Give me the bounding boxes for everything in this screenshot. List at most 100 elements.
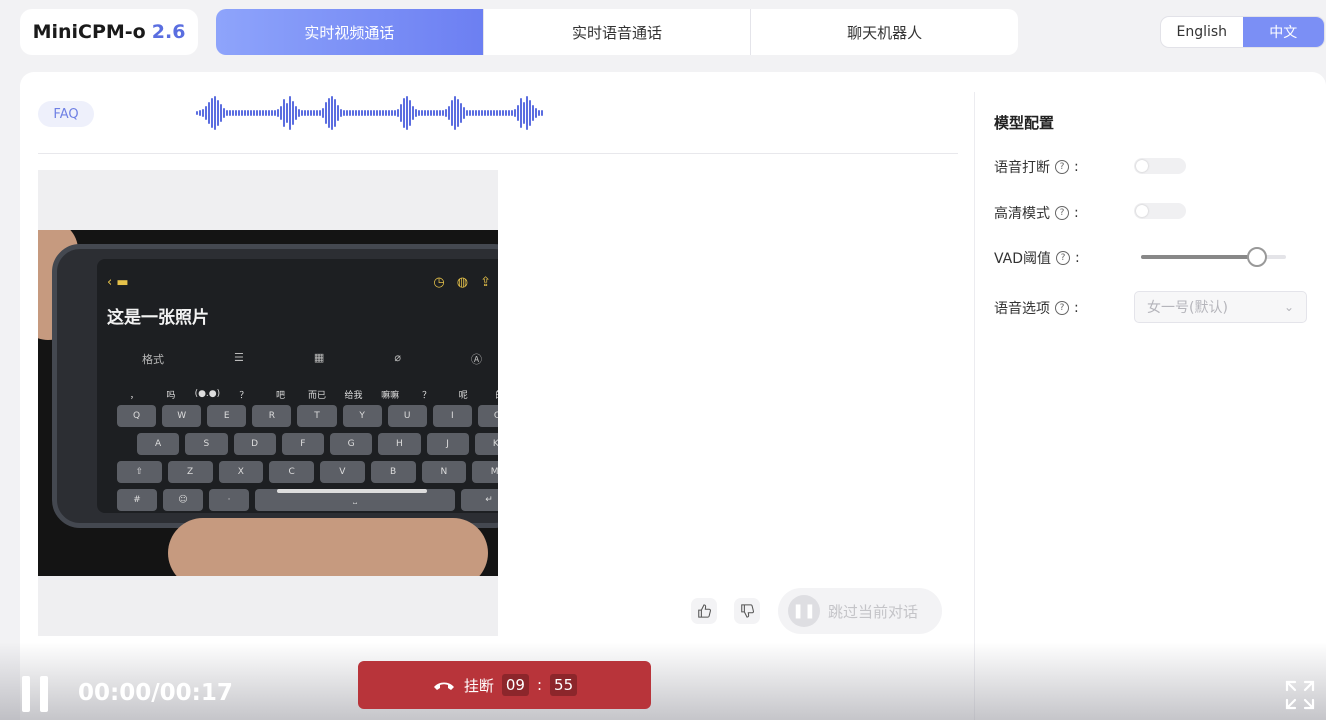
keyboard-row-2: ASDFGHJK — [137, 433, 498, 455]
wave-bar — [523, 102, 525, 124]
suggestion-key: (●.●) — [194, 389, 221, 399]
pen-icon: Ⓐ — [470, 353, 482, 366]
wave-bar — [487, 110, 489, 116]
divider — [38, 153, 958, 154]
wave-bar — [409, 100, 411, 126]
wave-bar — [388, 110, 390, 116]
dislike-button[interactable] — [734, 598, 760, 624]
tab-chatbot[interactable]: 聊天机器人 — [751, 9, 1018, 55]
wave-bar — [340, 109, 342, 117]
wave-bar — [304, 110, 306, 116]
keyboard-key: Q — [117, 405, 157, 427]
wave-bar — [292, 101, 294, 125]
voice-interrupt-row: 语音打断 ?: — [994, 159, 1079, 176]
vad-label: VAD阈值 — [994, 251, 1052, 267]
wave-bar — [445, 109, 447, 117]
wave-bar — [319, 110, 321, 116]
voice-option-select[interactable]: 女一号(默认) ⌄ — [1134, 291, 1307, 323]
audio-waveform — [196, 92, 802, 134]
hd-mode-row: 高清模式 ?: — [994, 205, 1079, 222]
voice-option-label: 语音选项 — [994, 301, 1050, 317]
tab-voice-call[interactable]: 实时语音通话 — [484, 9, 752, 55]
wave-bar — [214, 96, 216, 130]
toggle-knob — [1136, 160, 1148, 172]
suggestion-key: 而已 — [308, 390, 327, 401]
phone-image: ‹ ▬ ◷◍⇪ 这是一张照片 格式 ☰ ▦ ⌀ Ⓐ ， 吗 (●.●) ？ 吧 而已 给我 嘛… — [52, 244, 498, 528]
wave-bar — [499, 110, 501, 116]
keyboard-key: F — [281, 433, 324, 455]
help-icon[interactable]: ? — [1056, 251, 1071, 265]
wave-bar — [496, 110, 498, 116]
help-icon[interactable]: ? — [1055, 160, 1069, 174]
keyboard-key: Y — [342, 405, 382, 427]
fullscreen-icon[interactable] — [1283, 678, 1317, 712]
wave-bar — [430, 110, 432, 116]
skip-dialog-button[interactable]: ❚❚ 跳过当前对话 — [778, 588, 942, 634]
suggestion-key: 的 — [482, 383, 498, 405]
app-name: MiniCPM-o — [32, 21, 146, 43]
keyboard-row-1: QWERTYUIO — [117, 405, 498, 427]
keyboard-key: C — [269, 461, 314, 483]
lang-english-button[interactable]: English — [1161, 17, 1243, 47]
thumbs-down-icon — [741, 604, 754, 618]
tab-video-call[interactable]: 实时视频通话 — [216, 9, 484, 55]
wave-bar — [514, 109, 516, 117]
back-icon: ‹ ▬ — [107, 275, 129, 290]
wave-bar — [355, 110, 357, 116]
wave-bar — [439, 110, 441, 116]
hangup-button[interactable]: 挂断 09 : 55 — [358, 661, 651, 709]
chevron-down-icon: ⌄ — [1283, 300, 1294, 314]
call-seconds: 55 — [550, 674, 578, 696]
wave-bar — [259, 110, 261, 116]
wave-bar — [271, 110, 273, 116]
video-preview: ‹ ▬ ◷◍⇪ 这是一张照片 格式 ☰ ▦ ⌀ Ⓐ ， 吗 (●.●) ？ 吧 而已 给我 嘛… — [38, 170, 498, 636]
wave-bar — [370, 110, 372, 116]
keyboard-key: S — [185, 433, 228, 455]
wave-bar — [256, 110, 258, 116]
suggestion-key: ？ — [239, 390, 249, 401]
keyboard-key: I — [432, 405, 472, 427]
app-logo: MiniCPM-o 2.6 — [20, 9, 198, 55]
faq-button[interactable]: FAQ — [38, 101, 94, 127]
keyboard-key: D — [233, 433, 276, 455]
attach-icon: ⌀ — [394, 351, 401, 364]
call-minutes: 09 — [501, 674, 529, 696]
wave-bar — [490, 110, 492, 116]
vad-slider[interactable] — [1141, 247, 1286, 267]
keyboard-key: T — [297, 405, 337, 427]
help-icon[interactable]: ? — [1055, 301, 1069, 315]
lang-chinese-button[interactable]: 中文 — [1242, 17, 1324, 47]
phone-screen: ‹ ▬ ◷◍⇪ 这是一张照片 格式 ☰ ▦ ⌀ Ⓐ ， 吗 (●.●) ？ 吧 而已 给我 嘛… — [97, 259, 498, 513]
voice-interrupt-toggle[interactable] — [1134, 158, 1186, 174]
help-icon[interactable]: ? — [1055, 206, 1069, 220]
slider-thumb[interactable] — [1247, 247, 1267, 267]
list-icon: ☰ — [234, 351, 244, 364]
wave-bar — [331, 96, 333, 130]
suggestion-key: ？ — [422, 390, 432, 401]
wave-bar — [364, 110, 366, 116]
like-button[interactable] — [691, 598, 717, 624]
home-indicator — [277, 489, 427, 493]
wave-bar — [232, 110, 234, 116]
suggestion-key: 吗 — [166, 390, 176, 401]
wave-bar — [352, 110, 354, 116]
wave-bar — [247, 110, 249, 116]
keyboard-key: V — [320, 461, 365, 483]
key-numbers: # — [117, 489, 157, 511]
wave-bar — [478, 110, 480, 116]
wave-bar — [475, 110, 477, 116]
pause-button[interactable] — [22, 676, 52, 712]
wave-bar — [367, 110, 369, 116]
wave-bar — [250, 110, 252, 116]
language-switch: English 中文 — [1160, 16, 1325, 48]
wave-bar — [526, 96, 528, 130]
wave-bar — [277, 109, 279, 117]
camera-frame: ‹ ▬ ◷◍⇪ 这是一张照片 格式 ☰ ▦ ⌀ Ⓐ ， 吗 (●.●) ？ 吧 而已 给我 嘛… — [38, 230, 498, 576]
wave-bar — [484, 110, 486, 116]
keyboard-key: M — [472, 461, 498, 483]
note-format-toolbar: 格式 ☰ ▦ ⌀ Ⓐ — [107, 351, 498, 373]
keyboard-key: E — [207, 405, 247, 427]
wave-bar — [379, 110, 381, 116]
wave-bar — [199, 110, 201, 116]
hd-mode-toggle[interactable] — [1134, 203, 1186, 219]
